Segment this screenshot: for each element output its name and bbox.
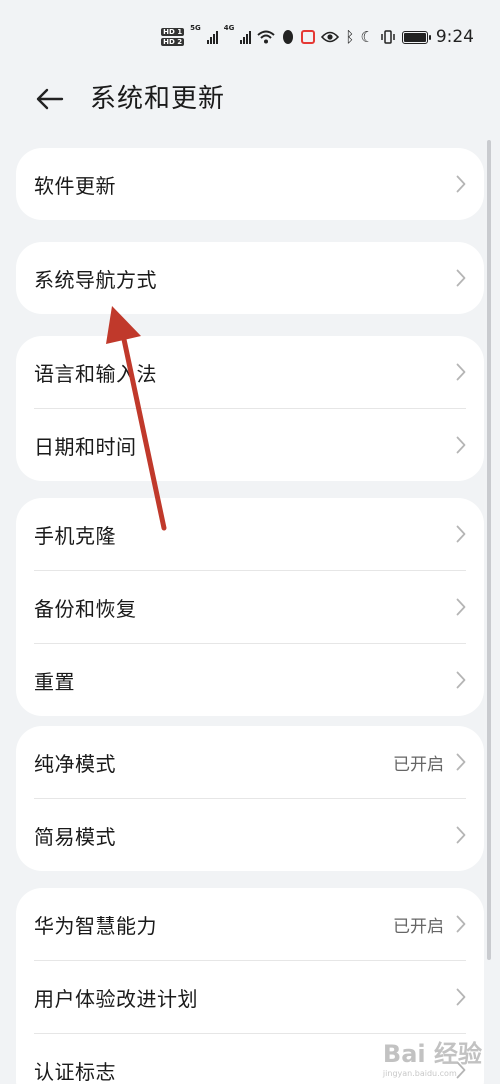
wifi-icon	[257, 30, 276, 44]
menu-item-label: 用户体验改进计划	[34, 986, 198, 1011]
chevron-right-icon	[456, 671, 466, 689]
chevron-right-icon	[456, 915, 466, 933]
menu-item-label: 语言和输入法	[34, 361, 157, 386]
menu-item-label: 认证标志	[34, 1059, 116, 1084]
menu-item-simple-mode[interactable]: 简易模式	[16, 799, 484, 871]
menu-item-label: 纯净模式	[34, 751, 116, 776]
baidu-watermark: Bai 经验 jingyan.baidu.com	[383, 1034, 482, 1078]
menu-item-status: 已开启	[393, 754, 444, 775]
menu-item-pure-mode[interactable]: 纯净模式 已开启	[16, 726, 484, 798]
menu-item-label: 手机克隆	[34, 523, 116, 548]
chevron-right-icon	[456, 269, 466, 287]
menu-item-label: 日期和时间	[34, 434, 137, 459]
network-5g-label: 5G	[190, 24, 201, 32]
chevron-right-icon	[456, 436, 466, 454]
chevron-right-icon	[456, 753, 466, 771]
menu-item-label: 系统导航方式	[34, 267, 157, 292]
back-arrow-icon[interactable]	[34, 84, 64, 114]
settings-card-modes: 纯净模式 已开启 简易模式	[16, 726, 484, 871]
hd1-badge: HD 1	[161, 28, 185, 36]
watermark-text: Bai 经验	[382, 1040, 482, 1068]
menu-item-reset[interactable]: 重置	[16, 644, 484, 716]
menu-item-language-input[interactable]: 语言和输入法	[16, 336, 484, 408]
menu-item-huawei-intelligence[interactable]: 华为智慧能力 已开启	[16, 888, 484, 960]
moon-icon: ☾	[360, 28, 374, 46]
menu-item-label: 软件更新	[34, 173, 116, 198]
settings-card-backup: 手机克隆 备份和恢复 重置	[16, 498, 484, 716]
chevron-right-icon	[456, 525, 466, 543]
menu-item-label: 简易模式	[34, 824, 116, 849]
menu-item-label: 备份和恢复	[34, 596, 137, 621]
menu-item-backup-restore[interactable]: 备份和恢复	[16, 571, 484, 643]
eye-icon	[321, 31, 340, 43]
menu-item-software-update[interactable]: 软件更新	[16, 148, 484, 220]
vibrate-icon	[381, 30, 395, 44]
signal-1-icon	[206, 30, 218, 44]
app-header: 系统和更新	[0, 74, 500, 124]
chevron-right-icon	[456, 363, 466, 381]
menu-item-date-time[interactable]: 日期和时间	[16, 409, 484, 481]
scrollbar[interactable]	[487, 140, 491, 960]
qq-penguin-icon	[283, 30, 294, 44]
screen-record-icon	[301, 30, 316, 44]
clock: 9:24	[435, 27, 474, 47]
page-title: 系统和更新	[90, 84, 226, 114]
status-bar: HD 1 HD 2 5G 4G ᛒ ☾ 9:24	[0, 0, 500, 70]
hd2-badge: HD 2	[161, 38, 185, 46]
menu-item-system-navigation[interactable]: 系统导航方式	[16, 242, 484, 314]
chevron-right-icon	[456, 598, 466, 616]
chevron-right-icon	[456, 988, 466, 1006]
menu-item-user-experience[interactable]: 用户体验改进计划	[16, 961, 484, 1033]
chevron-right-icon	[456, 826, 466, 844]
signal-2-icon	[240, 30, 252, 44]
settings-card-update: 软件更新	[16, 148, 484, 220]
network-4g-label: 4G	[223, 24, 235, 32]
menu-item-label: 华为智慧能力	[34, 913, 157, 938]
chevron-right-icon	[456, 175, 466, 193]
watermark-url: jingyan.baidu.com	[382, 1069, 457, 1078]
settings-card-language-time: 语言和输入法 日期和时间	[16, 336, 484, 481]
status-icons: HD 1 HD 2 5G 4G ᛒ ☾ 9:24	[161, 24, 474, 50]
settings-card-navigation: 系统导航方式	[16, 242, 484, 314]
settings-screen: HD 1 HD 2 5G 4G ᛒ ☾ 9:24 系统和更新 软件更新 系统导航…	[0, 0, 500, 1084]
hd-indicators: HD 1 HD 2	[161, 28, 185, 46]
bluetooth-icon: ᛒ	[345, 28, 355, 46]
menu-item-status: 已开启	[393, 916, 444, 937]
menu-item-label: 重置	[34, 669, 75, 694]
menu-item-phone-clone[interactable]: 手机克隆	[16, 498, 484, 570]
battery-icon	[401, 30, 431, 44]
